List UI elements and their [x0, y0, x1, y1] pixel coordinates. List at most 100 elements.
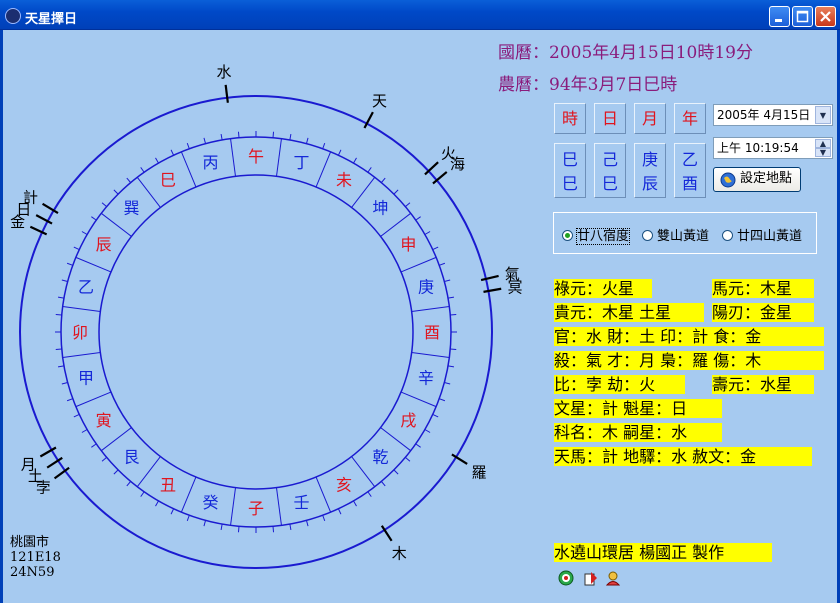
date-picker[interactable]: 2005年 4月15日 ▼: [713, 104, 833, 126]
print-icon[interactable]: [583, 570, 599, 586]
spin-up-icon[interactable]: ▲: [815, 139, 831, 148]
mode-28-mansions[interactable]: 廿八宿度: [562, 225, 631, 245]
sector-divider: [275, 138, 282, 177]
degree-tick: [353, 157, 357, 164]
degree-tick: [447, 296, 455, 299]
planet-label: 海: [450, 155, 465, 173]
planet-marker: [483, 287, 502, 293]
gui-yuan: 貴元：木星 土星: [554, 303, 704, 322]
sector-divider: [400, 256, 437, 273]
sector-divider: [136, 176, 161, 208]
ring-label: 戌: [400, 411, 416, 430]
degree-tick: [444, 279, 451, 283]
title-bar: 天星擇日: [0, 0, 840, 30]
yang-ren: 陽刃：金星: [712, 303, 814, 322]
degree-tick: [55, 348, 62, 351]
sector-divider: [411, 306, 450, 313]
planet-label: 水: [216, 63, 231, 81]
planet-label: 冥: [507, 278, 522, 296]
planet-label: 木: [392, 545, 407, 563]
degree-tick: [101, 202, 107, 208]
planet-label: 羅: [472, 463, 487, 481]
degree-tick: [415, 216, 421, 221]
time-picker[interactable]: 上午 10:19:54 ▲ ▼: [713, 137, 833, 159]
pillar-day-label: 日: [594, 103, 626, 134]
sector-divider: [180, 151, 197, 188]
degree-tick: [380, 177, 386, 183]
degree-tick: [91, 216, 97, 221]
target-icon[interactable]: [558, 570, 574, 586]
degree-tick: [155, 157, 159, 164]
minimize-button[interactable]: [769, 6, 790, 27]
row-guan: 官：水 財：土 印：計 食：金: [554, 327, 824, 346]
degree-tick: [61, 381, 68, 385]
degree-tick: [405, 202, 411, 208]
degree-tick: [353, 500, 357, 507]
degree-tick: [305, 520, 309, 527]
set-location-button[interactable]: 設定地點: [713, 167, 801, 192]
planet-marker: [480, 274, 499, 282]
sector-divider: [62, 306, 101, 313]
degree-tick: [73, 413, 80, 418]
ring-label: 辰: [96, 235, 112, 254]
pillar-month-label: 月: [634, 103, 666, 134]
chevron-down-icon[interactable]: ▼: [815, 106, 831, 124]
spin-down-icon[interactable]: ▼: [815, 148, 831, 157]
degree-tick: [57, 296, 65, 299]
lu-yuan: 祿元：火星: [554, 279, 652, 298]
row-bi: 比：孛 劫：火: [554, 375, 685, 394]
ring-label: 子: [248, 499, 264, 518]
degree-tick: [220, 133, 223, 141]
inner-ring: [98, 174, 414, 490]
ring-label: 丁: [294, 153, 310, 172]
user-icon[interactable]: [605, 570, 621, 586]
pillar-day: 己巳: [594, 143, 626, 198]
degree-tick: [113, 469, 119, 475]
close-button[interactable]: [815, 6, 836, 27]
chart-wheel: 午丁未坤申庚酉辛戌乾亥壬子癸丑艮寅甲卯乙辰巽巳丙 水天火海氣冥羅木孛土月金日計: [10, 63, 523, 569]
degree-tick: [450, 348, 457, 351]
ring-label: 午: [248, 147, 264, 166]
globe-icon: [720, 172, 736, 188]
degree-tick: [55, 313, 62, 316]
mode-double-mountain[interactable]: 雙山黃道: [642, 225, 709, 244]
radio-selected-icon: [562, 230, 573, 241]
ring-label: 巳: [160, 171, 176, 190]
ring-label: 癸: [202, 493, 218, 512]
minimize-icon: [775, 19, 782, 22]
maximize-button[interactable]: [792, 6, 813, 27]
degree-tick: [66, 398, 73, 402]
degree-tick: [393, 189, 399, 195]
degree-tick: [186, 142, 190, 149]
planet-label: 月: [21, 456, 36, 474]
app-icon: [5, 8, 21, 24]
ring-label: 乾: [372, 447, 388, 466]
degree-tick: [439, 398, 446, 402]
planet-label: 天: [372, 92, 387, 110]
ring-label: 庚: [418, 277, 434, 296]
degree-tick: [126, 177, 132, 183]
mode-group: 廿八宿度 雙山黃道 廿四山黃道: [553, 212, 817, 254]
degree-tick: [186, 515, 190, 522]
window-title: 天星擇日: [25, 12, 78, 27]
degree-tick: [415, 443, 421, 448]
degree-tick: [57, 365, 65, 368]
radio-icon: [642, 230, 653, 241]
degree-tick: [61, 279, 68, 283]
degree-tick: [450, 313, 457, 316]
ring-label: 未: [336, 171, 352, 190]
ring-label: 酉: [424, 323, 440, 342]
degree-tick: [322, 142, 326, 149]
sector-divider: [62, 351, 101, 358]
mode-24-mountain[interactable]: 廿四山黃道: [722, 225, 802, 244]
degree-tick: [305, 137, 309, 144]
sector-divider: [136, 456, 161, 488]
ring-label: 丑: [160, 475, 176, 494]
degree-tick: [444, 381, 451, 385]
sector-divider: [75, 256, 112, 273]
shou-yuan: 壽元：水星: [712, 375, 814, 394]
ke-ming: 科名：木 嗣星：水: [554, 423, 722, 442]
lunar-date: 農曆：94年3月7日巳時: [498, 75, 678, 95]
sector-divider: [315, 151, 332, 188]
ring-label: 申: [400, 235, 416, 254]
